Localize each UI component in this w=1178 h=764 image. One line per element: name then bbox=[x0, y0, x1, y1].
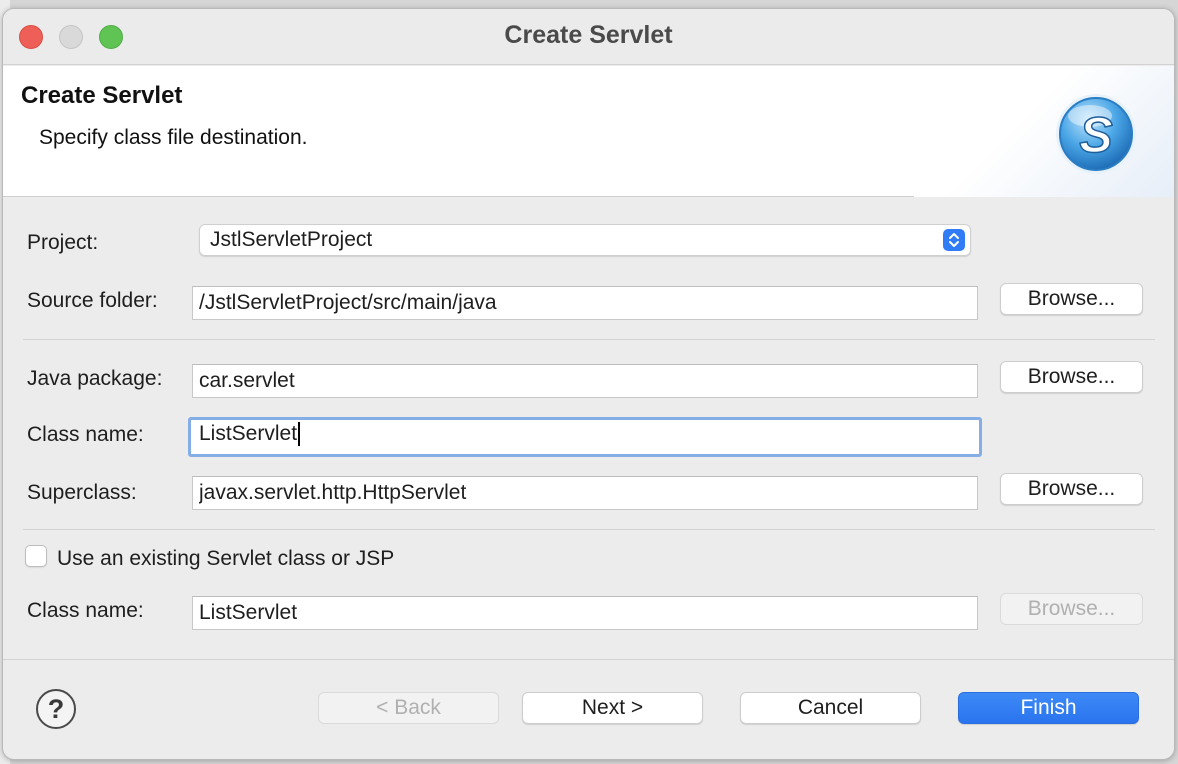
existing-class-browse-button: Browse... bbox=[1000, 593, 1143, 625]
finish-button[interactable]: Finish bbox=[958, 692, 1139, 724]
wizard-page-title: Create Servlet bbox=[21, 82, 183, 109]
java-package-field[interactable] bbox=[192, 364, 978, 398]
question-mark-icon[interactable]: ? bbox=[36, 689, 76, 729]
separator bbox=[23, 529, 1155, 530]
superclass-label: Superclass: bbox=[27, 481, 137, 504]
class-name-label: Class name: bbox=[27, 423, 144, 446]
source-folder-field[interactable] bbox=[192, 286, 978, 320]
java-package-label: Java package: bbox=[27, 367, 163, 390]
source-folder-label: Source folder: bbox=[27, 289, 158, 312]
wizard-banner: Create Servlet Specify class file destin… bbox=[3, 66, 1174, 197]
class-name-value: ListServlet bbox=[199, 422, 298, 445]
project-label: Project: bbox=[27, 231, 99, 254]
title-bar: Create Servlet bbox=[3, 9, 1174, 65]
source-folder-browse-button[interactable]: Browse... bbox=[1000, 283, 1143, 315]
back-button: < Back bbox=[318, 692, 499, 724]
create-servlet-dialog: Create Servlet Create Servlet Specify cl… bbox=[2, 8, 1175, 760]
java-package-browse-button[interactable]: Browse... bbox=[1000, 361, 1143, 393]
servlet-s-logo-icon: S bbox=[1056, 94, 1136, 174]
next-button[interactable]: Next > bbox=[522, 692, 703, 724]
project-select-value: JstlServletProject bbox=[210, 228, 373, 251]
separator bbox=[23, 339, 1155, 340]
footer-separator bbox=[3, 659, 1174, 660]
window-title: Create Servlet bbox=[504, 21, 673, 49]
wizard-page-description: Specify class file destination. bbox=[39, 126, 308, 149]
cancel-button[interactable]: Cancel bbox=[740, 692, 921, 724]
existing-class-name-field[interactable] bbox=[192, 596, 978, 630]
existing-class-name-label: Class name: bbox=[27, 599, 144, 622]
superclass-field[interactable] bbox=[192, 476, 978, 510]
class-name-field[interactable]: ListServlet bbox=[188, 417, 982, 457]
logo-letter: S bbox=[1079, 107, 1112, 163]
project-select[interactable]: JstlServletProject bbox=[199, 224, 971, 256]
text-cursor bbox=[298, 422, 301, 447]
superclass-browse-button[interactable]: Browse... bbox=[1000, 473, 1143, 505]
use-existing-servlet-checkbox[interactable] bbox=[25, 545, 47, 567]
chevron-updown-icon bbox=[943, 229, 965, 251]
use-existing-servlet-label[interactable]: Use an existing Servlet class or JSP bbox=[57, 547, 394, 571]
